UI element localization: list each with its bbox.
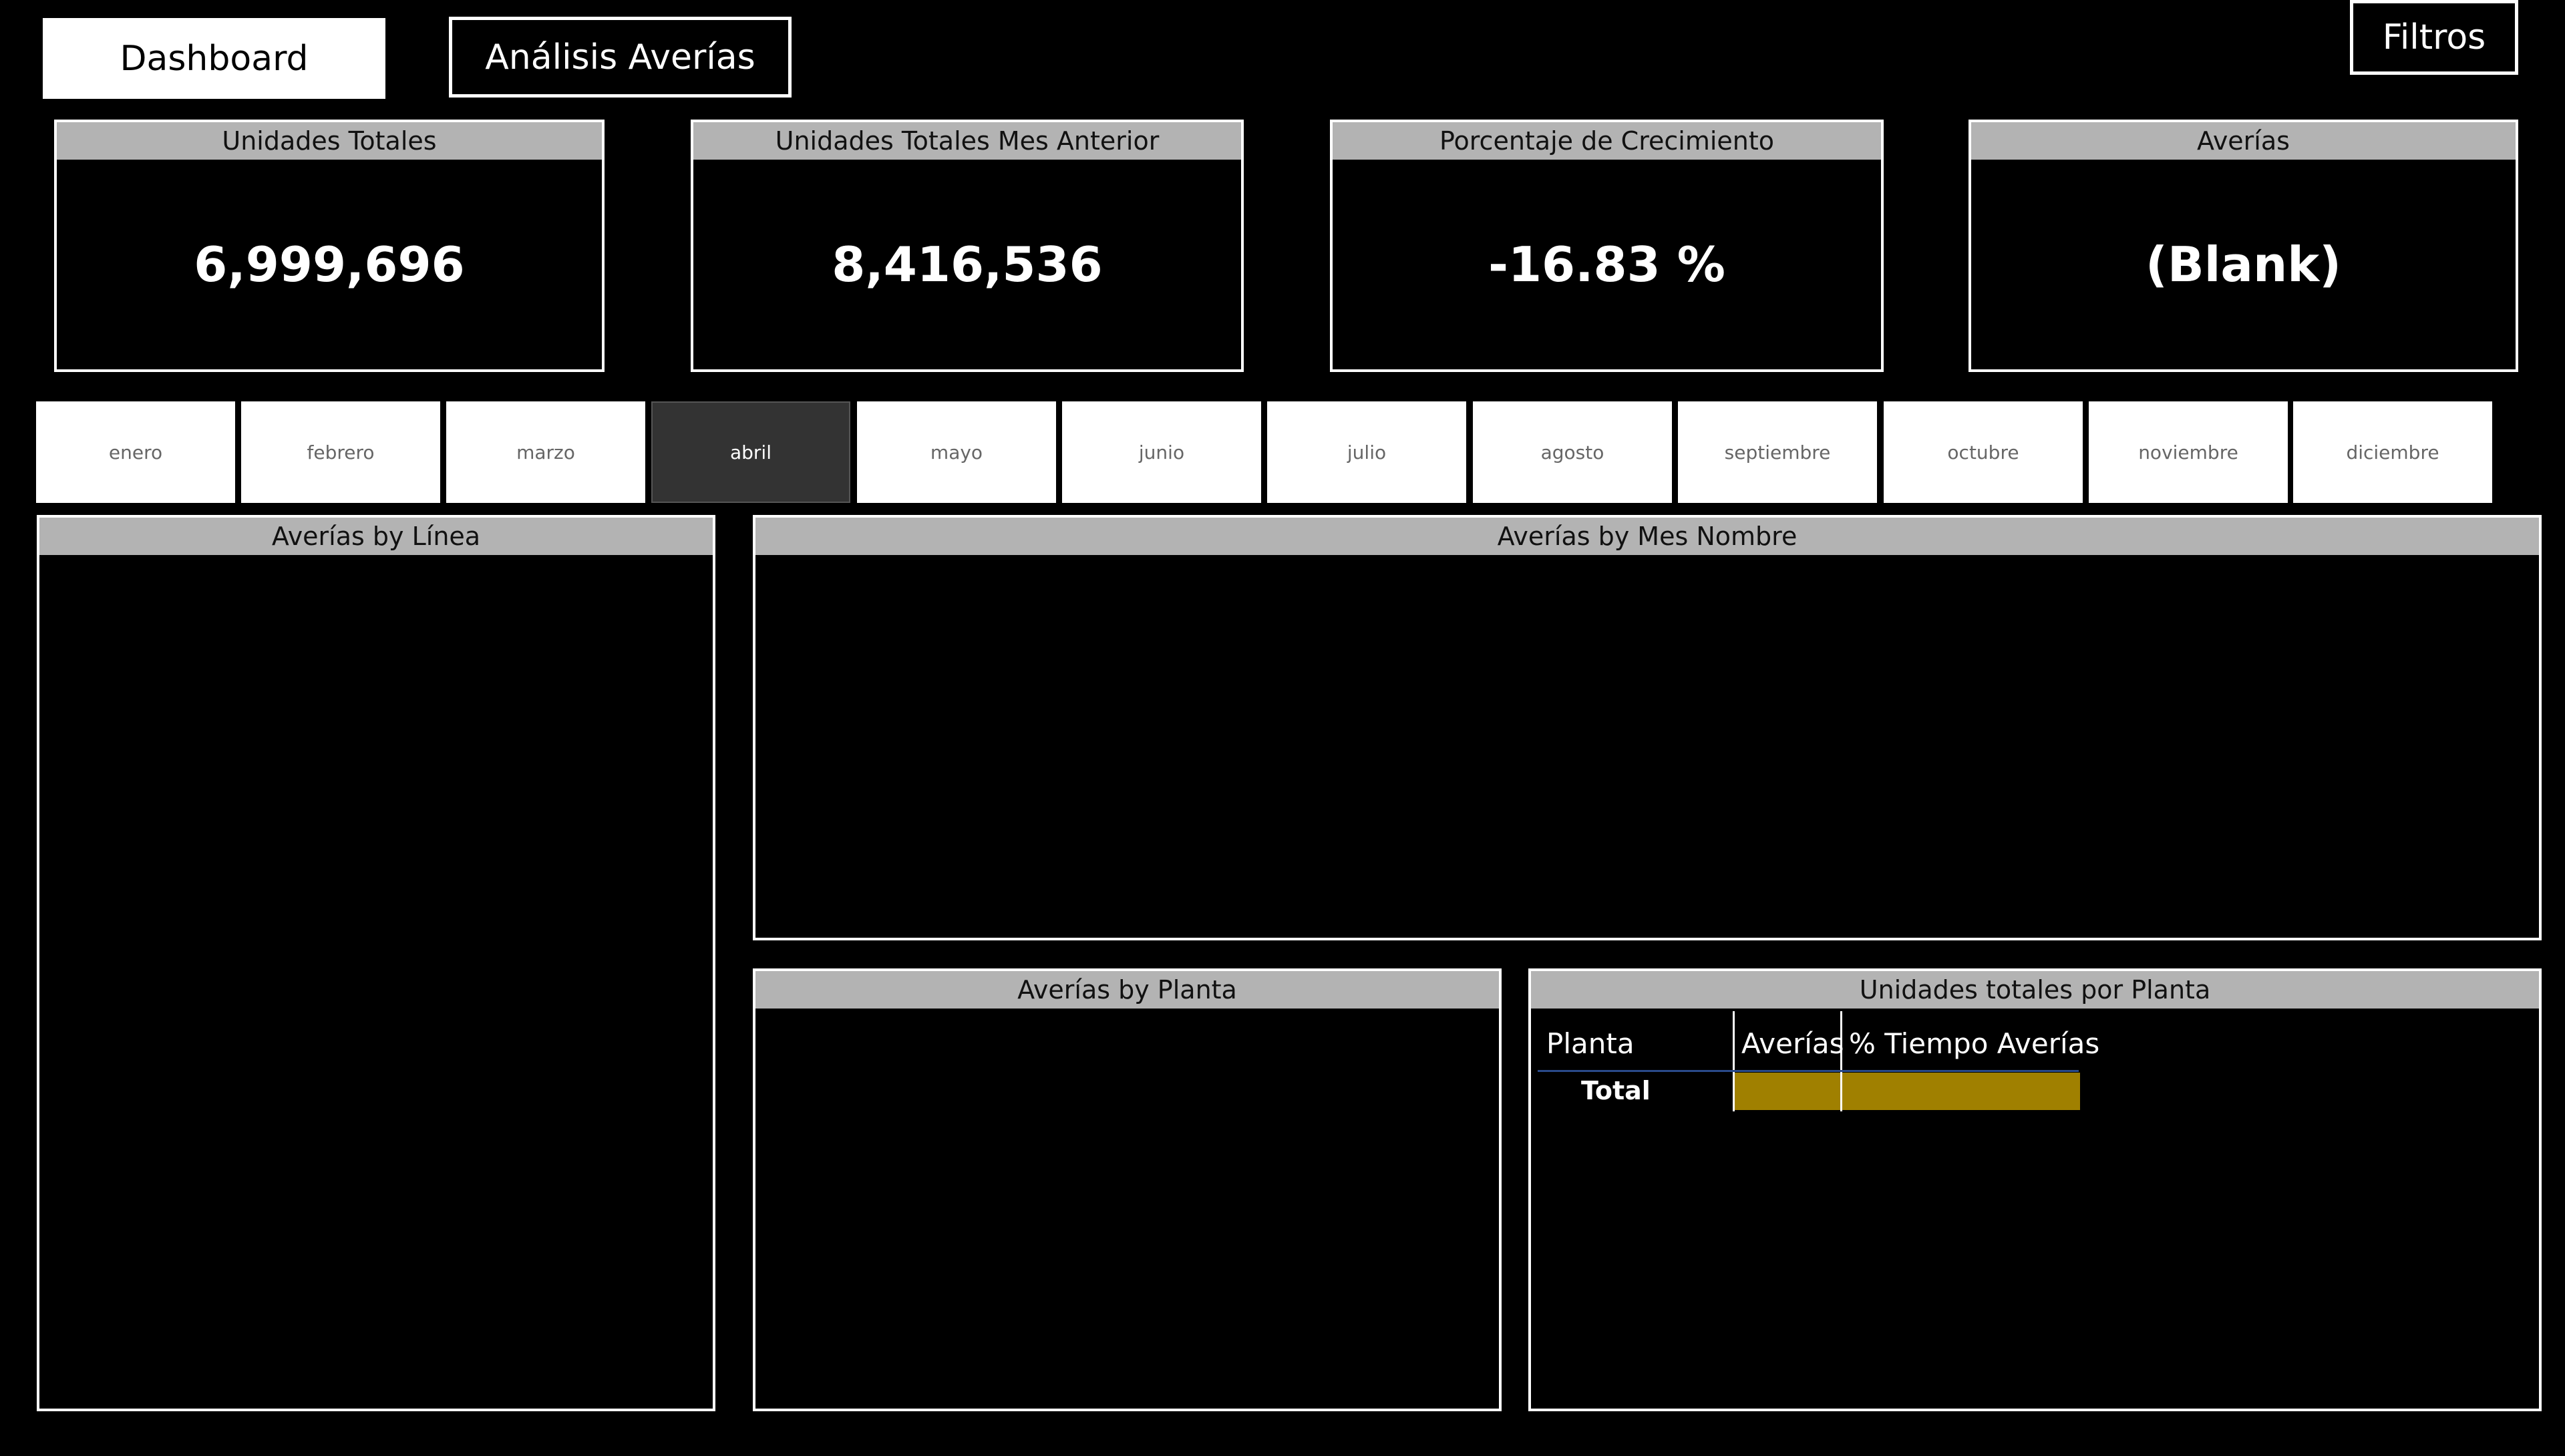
column-header-planta[interactable]: Planta (1546, 1017, 1733, 1070)
month-agosto[interactable]: agosto (1473, 401, 1672, 503)
kpi-card-averias: Averías (Blank) (1969, 120, 2518, 372)
kpi-card-porcentaje-crecimiento: Porcentaje de Crecimiento -16.83 % (1330, 120, 1884, 372)
panel-averias-by-planta: Averías by Planta (753, 968, 1502, 1411)
panel-title: Averías by Planta (755, 971, 1499, 1009)
month-marzo[interactable]: marzo (446, 401, 645, 503)
kpi-title: Unidades Totales Mes Anterior (693, 122, 1241, 160)
month-enero[interactable]: enero (36, 401, 235, 503)
panel-title: Averías by Mes Nombre (755, 518, 2539, 555)
total-row-label: Total (1581, 1076, 1651, 1105)
month-octubre[interactable]: octubre (1884, 401, 2083, 503)
month-noviembre[interactable]: noviembre (2089, 401, 2288, 503)
kpi-value: 6,999,696 (194, 236, 465, 293)
kpi-card-unidades-mes-anterior: Unidades Totales Mes Anterior 8,416,536 (691, 120, 1244, 372)
month-febrero[interactable]: febrero (241, 401, 440, 503)
panel-unidades-por-planta-table: Unidades totales por Planta Planta Averí… (1528, 968, 2542, 1411)
total-averias-cell (1735, 1073, 1840, 1110)
month-mayo[interactable]: mayo (857, 401, 1056, 503)
total-tiempo-averias-cell (1842, 1073, 2080, 1110)
kpi-value: 8,416,536 (832, 236, 1103, 293)
month-julio[interactable]: julio (1267, 401, 1466, 503)
column-header-averias[interactable]: Averías (1741, 1017, 1844, 1070)
kpi-title: Porcentaje de Crecimiento (1333, 122, 1881, 160)
month-septiembre[interactable]: septiembre (1678, 401, 1877, 503)
kpi-card-unidades-totales: Unidades Totales 6,999,696 (54, 120, 605, 372)
filtros-button[interactable]: Filtros (2350, 0, 2518, 75)
month-junio[interactable]: junio (1062, 401, 1261, 503)
panel-title: Unidades totales por Planta (1531, 971, 2539, 1009)
dashboard-button[interactable]: Dashboard (43, 18, 385, 99)
kpi-title: Unidades Totales (57, 122, 602, 160)
kpi-title: Averías (1971, 122, 2516, 160)
kpi-value: -16.83 % (1488, 236, 1725, 293)
analisis-averias-button[interactable]: Análisis Averías (449, 17, 792, 98)
panel-averias-by-linea: Averías by Línea (37, 515, 715, 1411)
column-header-tiempo-averias[interactable]: % Tiempo Averías (1849, 1017, 2129, 1070)
kpi-value: (Blank) (2145, 236, 2342, 293)
month-abril[interactable]: abril (651, 401, 850, 503)
panel-averias-by-mes-nombre: Averías by Mes Nombre (753, 515, 2542, 940)
panel-title: Averías by Línea (39, 518, 713, 555)
month-diciembre[interactable]: diciembre (2293, 401, 2492, 503)
